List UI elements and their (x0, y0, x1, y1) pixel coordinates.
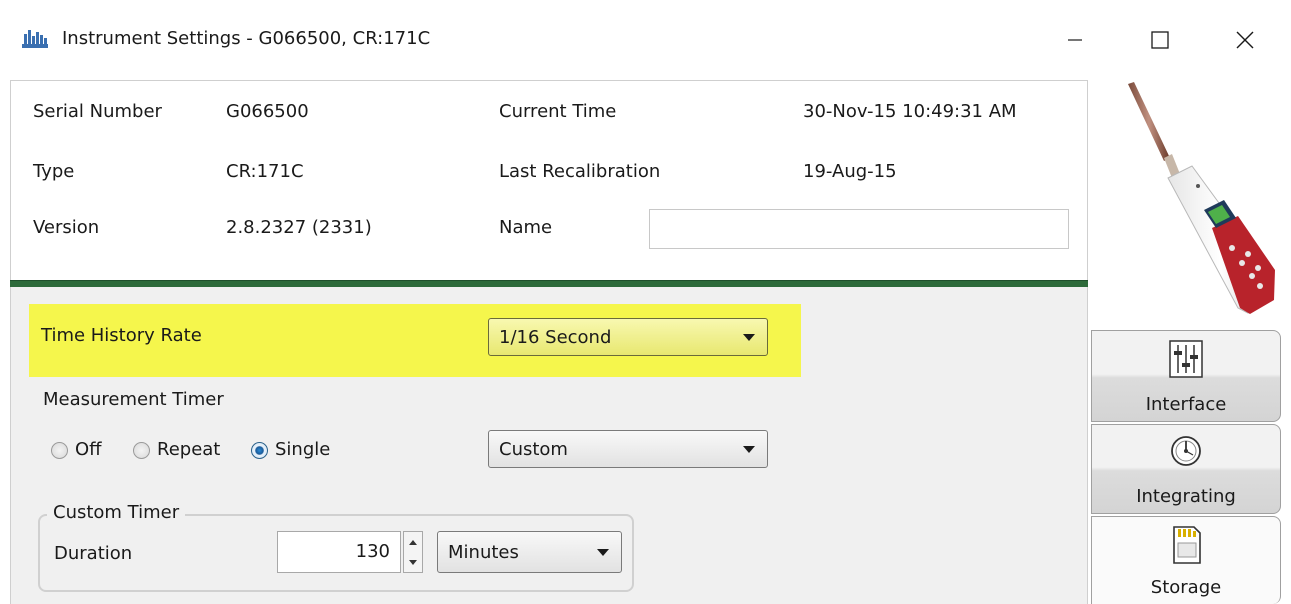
timer-mode-dropdown[interactable]: Custom (488, 430, 768, 468)
sliders-icon (1169, 340, 1203, 378)
serial-number-label: Serial Number (33, 101, 162, 122)
type-value: CR:171C (226, 161, 304, 182)
radio-repeat[interactable] (133, 442, 150, 459)
radio-single[interactable] (251, 442, 268, 459)
current-time-value: 30-Nov-15 10:49:31 AM (803, 101, 1017, 122)
duration-spinner (403, 531, 423, 573)
instrument-info-panel: Serial Number G066500 Current Time 30-No… (10, 80, 1088, 280)
duration-unit-dropdown[interactable]: Minutes (437, 531, 622, 573)
settings-panel: Time History Rate 1/16 Second Measuremen… (10, 287, 1088, 604)
type-label: Type (33, 161, 75, 182)
caret-down-icon (409, 559, 417, 565)
window-title: Instrument Settings - G066500, CR:171C (62, 28, 431, 49)
current-time-label: Current Time (499, 101, 617, 122)
name-input[interactable] (649, 209, 1069, 249)
tab-storage-label: Storage (1150, 577, 1222, 598)
sd-card-icon (1173, 526, 1201, 564)
radio-repeat-label: Repeat (157, 439, 221, 460)
last-recalibration-value: 19-Aug-15 (803, 161, 897, 182)
chevron-down-icon (597, 549, 609, 556)
radio-off-label: Off (75, 439, 102, 460)
time-history-rate-value: 1/16 Second (499, 326, 612, 348)
maximize-icon (1151, 31, 1169, 49)
maximize-button[interactable] (1130, 18, 1190, 62)
measurement-timer-label: Measurement Timer (43, 389, 224, 410)
duration-unit-value: Minutes (448, 541, 519, 563)
radio-off[interactable] (51, 442, 68, 459)
close-icon (1236, 31, 1254, 49)
caret-up-icon (409, 539, 417, 545)
tab-interface[interactable]: Interface (1091, 330, 1281, 422)
app-icon (22, 30, 48, 48)
time-history-rate-label: Time History Rate (41, 325, 202, 346)
minimize-button[interactable] (1045, 18, 1105, 62)
chevron-down-icon (743, 446, 755, 453)
radio-single-label: Single (275, 439, 331, 460)
last-recalibration-label: Last Recalibration (499, 161, 661, 182)
timer-mode-value: Custom (499, 438, 568, 460)
minimize-icon (1068, 39, 1082, 41)
title-bar: Instrument Settings - G066500, CR:171C (0, 0, 1291, 80)
close-button[interactable] (1215, 18, 1275, 62)
spin-up-button[interactable] (406, 533, 420, 551)
custom-timer-title: Custom Timer (47, 502, 186, 523)
tab-integrating[interactable]: Integrating (1091, 424, 1281, 514)
version-value: 2.8.2327 (2331) (226, 217, 372, 238)
duration-label: Duration (54, 543, 133, 564)
chevron-down-icon (743, 334, 755, 341)
tab-integrating-label: Integrating (1136, 486, 1236, 507)
tab-storage[interactable]: Storage (1091, 516, 1281, 604)
tab-interface-label: Interface (1145, 394, 1227, 415)
serial-number-value: G066500 (226, 101, 309, 122)
section-divider (10, 280, 1088, 287)
gauge-icon (1171, 436, 1201, 466)
name-label: Name (499, 217, 553, 238)
sound-level-meter-image (1128, 82, 1275, 314)
time-history-rate-dropdown[interactable]: 1/16 Second (488, 318, 768, 356)
duration-input[interactable]: 130 (277, 531, 401, 573)
spin-down-button[interactable] (406, 553, 420, 571)
version-label: Version (33, 217, 100, 238)
